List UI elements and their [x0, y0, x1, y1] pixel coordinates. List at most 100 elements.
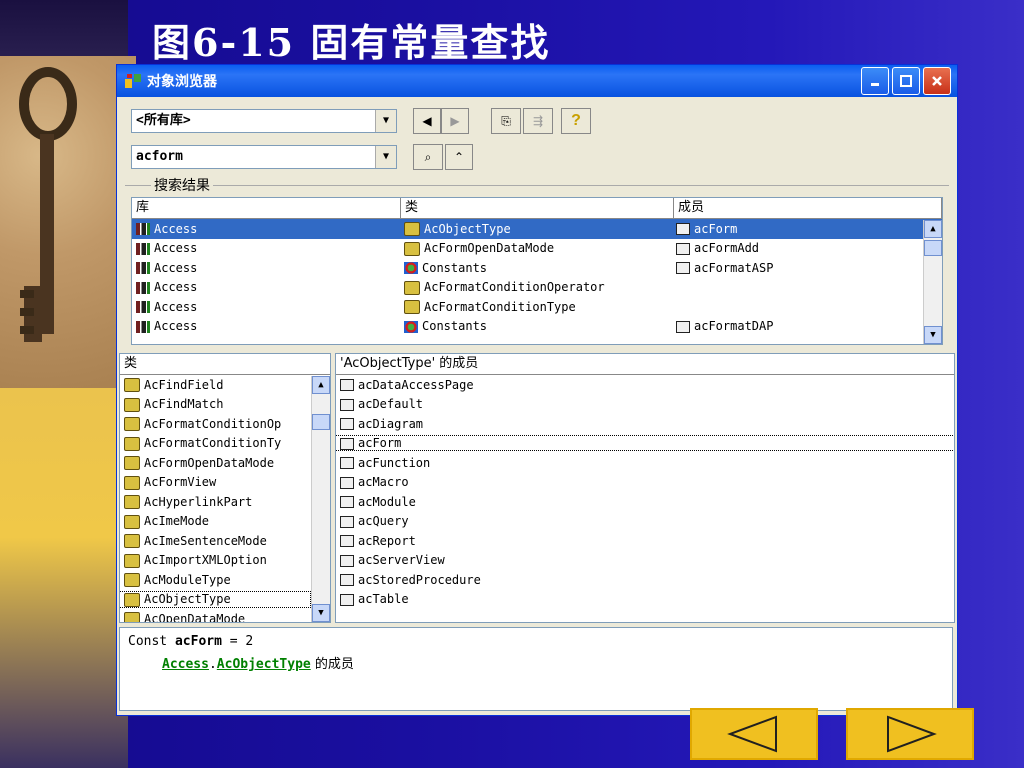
class-list-item[interactable]: AcFormOpenDataMode: [120, 453, 330, 473]
class-list-item[interactable]: AcImeMode: [120, 512, 330, 532]
search-combo-arrow-icon[interactable]: ▼: [375, 146, 396, 168]
classes-scroll-down-icon[interactable]: ▼: [312, 604, 330, 622]
result-member-cell[interactable]: acForm: [672, 221, 942, 236]
result-class: AcFormOpenDataMode: [424, 241, 555, 255]
enum-icon: [404, 222, 420, 236]
class-list-item[interactable]: AcOpenDataMode: [120, 609, 330, 622]
next-slide-button[interactable]: [846, 708, 974, 760]
class-list-item[interactable]: AcImportXMLOption: [120, 551, 330, 571]
result-library: Access: [154, 280, 198, 295]
result-class-cell[interactable]: Constants: [400, 319, 672, 333]
result-class-cell[interactable]: AcFormatConditionType: [400, 300, 672, 314]
constant-icon: [340, 457, 354, 470]
enum-icon: [404, 300, 420, 314]
classes-scrollbar[interactable]: ▲ ▼: [311, 376, 330, 622]
library-combo-arrow-icon[interactable]: ▼: [375, 110, 396, 132]
result-class-cell[interactable]: Constants: [400, 261, 672, 275]
close-button[interactable]: [923, 67, 951, 95]
header-class[interactable]: 类: [401, 198, 674, 218]
constant-icon: [340, 398, 354, 411]
results-scrollbar[interactable]: ▲ ▼: [923, 220, 942, 344]
member-name: acDiagram: [358, 416, 424, 431]
result-library-cell[interactable]: Access: [132, 280, 400, 294]
search-combo-value: acform: [136, 149, 183, 164]
member-list-item[interactable]: acQuery: [336, 512, 954, 532]
class-list-item[interactable]: AcModuleType: [120, 570, 330, 590]
result-class-cell[interactable]: AcFormatConditionOperator: [400, 280, 672, 295]
search-button[interactable]: ⌕: [413, 144, 443, 170]
result-row[interactable]: Access Constants acFormatDAP: [132, 317, 942, 337]
member-list-item[interactable]: acDataAccessPage: [336, 375, 954, 395]
classes-scroll-thumb[interactable]: [312, 414, 330, 430]
member-list-item[interactable]: acTable: [336, 590, 954, 610]
details-library-link[interactable]: Access: [162, 657, 209, 672]
constant-icon: [676, 223, 690, 236]
result-library-cell[interactable]: Access: [132, 261, 400, 275]
member-list-item[interactable]: acReport: [336, 531, 954, 551]
class-name: AcObjectType: [144, 592, 231, 606]
result-class-cell[interactable]: AcObjectType: [400, 221, 672, 236]
result-row[interactable]: Access AcFormatConditionType: [132, 297, 942, 317]
forward-button[interactable]: ▶: [441, 108, 469, 134]
previous-slide-button[interactable]: [690, 708, 818, 760]
details-class-link[interactable]: AcObjectType: [217, 657, 311, 672]
member-list-item[interactable]: acForm: [336, 434, 954, 454]
minimize-icon: [871, 83, 879, 86]
library-icon: [136, 320, 150, 333]
search-results-list[interactable]: 库 类 成员 Access AcObjectType acForm Access AcF…: [131, 197, 943, 345]
result-row[interactable]: Access Constants acFormatASP: [132, 258, 942, 278]
result-library-cell[interactable]: Access: [132, 319, 400, 333]
header-library[interactable]: 库: [132, 198, 401, 218]
result-class-cell[interactable]: AcFormOpenDataMode: [400, 241, 672, 256]
constant-icon: [340, 476, 354, 489]
result-library-cell[interactable]: Access: [132, 241, 400, 255]
hide-search-results-button[interactable]: ⌃: [445, 144, 473, 170]
enum-icon: [124, 475, 140, 490]
result-row[interactable]: Access AcFormatConditionOperator: [132, 278, 942, 298]
member-list-item[interactable]: acDefault: [336, 395, 954, 415]
minimize-button[interactable]: [861, 67, 889, 95]
class-list-item[interactable]: AcFormView: [120, 473, 330, 493]
back-button[interactable]: ◀: [413, 108, 441, 134]
window-titlebar[interactable]: 对象浏览器: [117, 65, 957, 97]
classes-scroll-up-icon[interactable]: ▲: [312, 376, 330, 394]
class-list-item[interactable]: AcFindField: [120, 375, 330, 395]
scroll-up-icon[interactable]: ▲: [924, 220, 942, 238]
view-definition-button[interactable]: ⇶: [523, 108, 553, 134]
result-row[interactable]: Access AcObjectType acForm: [132, 219, 942, 239]
class-list-item[interactable]: AcFormatConditionOp: [120, 414, 330, 434]
class-list-item[interactable]: AcFormatConditionTy: [120, 434, 330, 454]
class-list-item[interactable]: AcFindMatch: [120, 395, 330, 415]
members-list[interactable]: 'AcObjectType' 的成员 acDataAccessPage acDef…: [335, 353, 955, 623]
result-library-cell[interactable]: Access: [132, 221, 400, 236]
members-header-label: 'AcObjectType' 的成员: [340, 356, 479, 371]
member-list-item[interactable]: acServerView: [336, 551, 954, 571]
scroll-thumb[interactable]: [924, 240, 942, 256]
result-row[interactable]: Access AcFormOpenDataMode acFormAdd: [132, 239, 942, 259]
class-list-item[interactable]: AcHyperlinkPart: [120, 492, 330, 512]
result-member-cell[interactable]: acFormatASP: [672, 261, 942, 275]
result-member-cell[interactable]: acFormAdd: [672, 241, 942, 255]
maximize-button[interactable]: [892, 67, 920, 95]
class-list-item[interactable]: AcObjectType: [120, 590, 330, 610]
details-link-suffix: 的成员: [310, 657, 354, 672]
classes-list[interactable]: 类 AcFindField AcFindMatch AcFormatConditio…: [119, 353, 331, 623]
member-list-item[interactable]: acStoredProcedure: [336, 570, 954, 590]
member-list-item[interactable]: acModule: [336, 492, 954, 512]
result-library-cell[interactable]: Access: [132, 300, 400, 314]
search-combo[interactable]: acform ▼: [131, 145, 397, 169]
copy-to-clipboard-button[interactable]: ⎘: [491, 108, 521, 134]
help-button[interactable]: ?: [561, 108, 591, 134]
library-combo[interactable]: <所有库> ▼: [131, 109, 397, 133]
class-list-item[interactable]: AcImeSentenceMode: [120, 531, 330, 551]
member-list-item[interactable]: acMacro: [336, 473, 954, 493]
class-name: AcFormView: [144, 475, 217, 489]
scroll-down-icon[interactable]: ▼: [924, 326, 942, 344]
member-list-item[interactable]: acFunction: [336, 453, 954, 473]
result-member-cell[interactable]: acFormatDAP: [672, 319, 942, 333]
header-member[interactable]: 成员: [674, 198, 942, 218]
member-list-item[interactable]: acDiagram: [336, 414, 954, 434]
member-name: acDefault: [358, 397, 424, 412]
enum-icon: [124, 397, 140, 412]
result-member: acFormAdd: [694, 241, 760, 256]
